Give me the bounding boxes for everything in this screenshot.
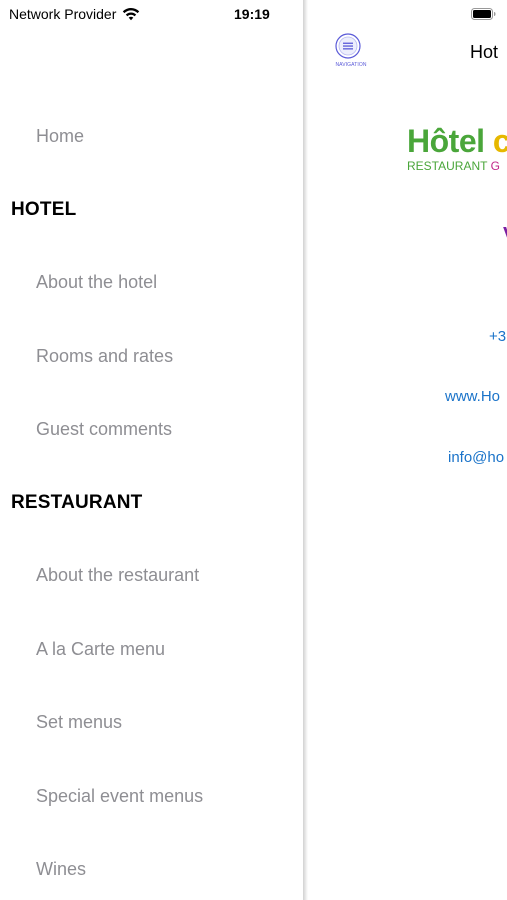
drawer-item-home[interactable]: Home	[36, 126, 84, 147]
logo-line-2: RESTAURANT G	[407, 159, 507, 173]
drawer-item-a-la-carte[interactable]: A la Carte menu	[36, 639, 165, 660]
logo-line-1: Hôtel c	[407, 124, 507, 158]
welcome-heading: V	[503, 224, 507, 247]
navigation-menu-icon	[335, 33, 361, 59]
hotel-logo: Hôtel c RESTAURANT G	[407, 124, 507, 173]
main-content: NAVIGATION Hot Hôtel c RESTAURANT G V +3…	[306, 0, 507, 900]
page-title: Hot	[470, 42, 499, 62]
wifi-icon	[123, 8, 140, 21]
logo-sub-accent: G	[490, 159, 500, 173]
drawer-item-special-event-menus[interactable]: Special event menus	[36, 786, 203, 807]
carrier-name: Network Provider	[9, 6, 117, 22]
section-header-hotel: HOTEL	[11, 199, 77, 220]
phone-link[interactable]: +3	[489, 328, 506, 345]
drawer-item-about-hotel[interactable]: About the hotel	[36, 272, 157, 293]
drawer-item-rooms-rates[interactable]: Rooms and rates	[36, 346, 173, 367]
logo-subword: RESTAURANT	[407, 159, 488, 173]
navigation-caption: NAVIGATION	[335, 62, 367, 68]
drawer-item-wines[interactable]: Wines	[36, 859, 86, 880]
website-link[interactable]: www.Ho	[445, 388, 500, 405]
status-bar-left: Network Provider 19:19	[0, 0, 304, 28]
drawer-item-guest-comments[interactable]: Guest comments	[36, 419, 172, 440]
logo-accent-letter: c	[492, 123, 507, 159]
carrier-info: Network Provider	[9, 6, 140, 22]
email-link[interactable]: info@ho	[448, 449, 504, 466]
navigation-drawer: Network Provider 19:19 Home HOTEL About …	[0, 0, 304, 900]
logo-word: Hôtel	[407, 123, 485, 159]
drawer-item-set-menus[interactable]: Set menus	[36, 712, 122, 733]
drawer-item-about-restaurant[interactable]: About the restaurant	[36, 565, 199, 586]
status-time: 19:19	[234, 6, 270, 22]
app-screen: Network Provider 19:19 Home HOTEL About …	[0, 0, 507, 900]
battery-icon	[471, 8, 496, 20]
section-header-restaurant: RESTAURANT	[11, 492, 143, 513]
navigation-button[interactable]: NAVIGATION	[333, 33, 367, 69]
drawer-shadow	[303, 0, 308, 900]
